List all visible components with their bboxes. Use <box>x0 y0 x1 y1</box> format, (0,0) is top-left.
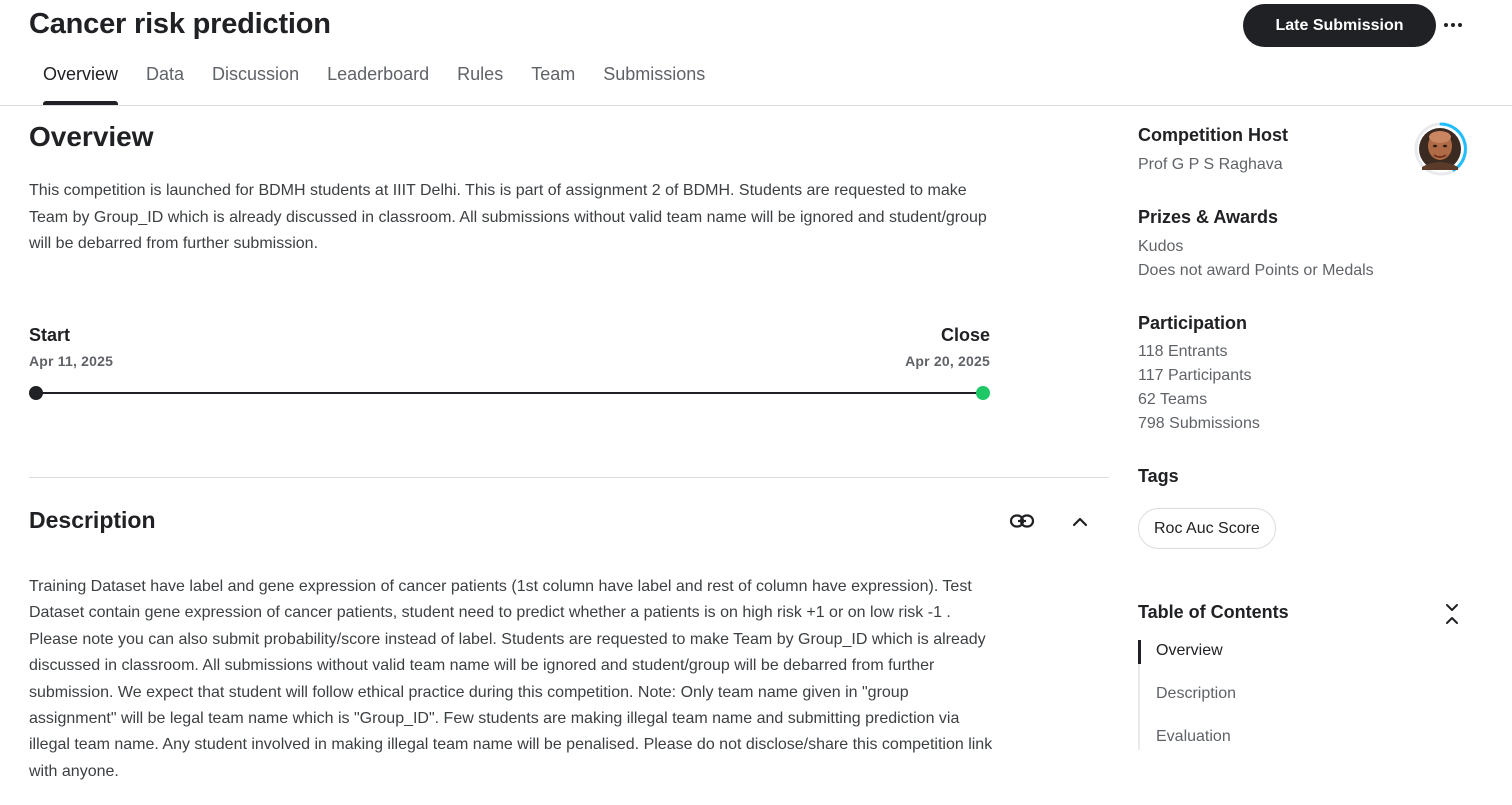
timeline-start-marker <box>29 386 43 400</box>
prizes-heading: Prizes & Awards <box>1138 207 1279 227</box>
tab-bar: Overview Data Discussion Leaderboard Rul… <box>29 56 719 105</box>
participation-entrants: 118 Entrants <box>1138 343 1228 360</box>
tab-submissions[interactable]: Submissions <box>589 56 719 105</box>
host-name[interactable]: Prof G P S Raghava <box>1138 153 1283 177</box>
timeline-start-date: Apr 11, 2025 <box>29 353 114 369</box>
participation-heading: Participation <box>1138 313 1248 333</box>
page-title: Cancer risk prediction <box>29 8 331 40</box>
timeline-close-label: Close <box>940 325 990 345</box>
more-dot-icon <box>1451 23 1455 27</box>
more-options-button[interactable] <box>1440 12 1466 38</box>
participation-submissions: 798 Submissions <box>1138 415 1260 432</box>
prize-item: Does not award Points or Medals <box>1138 262 1374 279</box>
tabs-divider <box>0 105 1512 106</box>
description-heading: Description <box>29 507 156 533</box>
host-heading: Competition Host <box>1138 125 1288 145</box>
late-submission-button[interactable]: Late Submission <box>1243 4 1436 47</box>
tab-overview[interactable]: Overview <box>29 56 132 105</box>
collapse-toggle-icon[interactable] <box>1440 601 1464 627</box>
tab-data[interactable]: Data <box>132 56 198 105</box>
tab-rules[interactable]: Rules <box>443 56 517 105</box>
link-icon[interactable] <box>1008 508 1036 534</box>
tags-heading: Tags <box>1138 466 1179 486</box>
participation-participants: 117 Participants <box>1138 367 1252 384</box>
description-text: Training Dataset have label and gene exp… <box>29 578 993 780</box>
tab-leaderboard[interactable]: Leaderboard <box>313 56 443 105</box>
overview-text: This competition is launched for BDMH st… <box>29 182 987 252</box>
timeline-close-date: Apr 20, 2025 <box>905 353 990 369</box>
overview-heading: Overview <box>29 121 154 152</box>
participation-teams: 62 Teams <box>1138 391 1208 408</box>
tag-chip[interactable]: Roc Auc Score <box>1138 508 1276 549</box>
tab-discussion[interactable]: Discussion <box>198 56 313 105</box>
toc-heading: Table of Contents <box>1138 602 1289 622</box>
chevron-up-icon[interactable] <box>1068 508 1092 534</box>
toc-item-evaluation[interactable]: Evaluation <box>1156 728 1231 746</box>
section-divider <box>29 477 1109 478</box>
timeline-track <box>36 392 983 394</box>
more-dot-icon <box>1444 23 1448 27</box>
toc-item-overview[interactable]: Overview <box>1156 642 1223 660</box>
prize-item: Kudos <box>1138 238 1184 255</box>
timeline-end-marker <box>976 386 990 400</box>
more-dot-icon <box>1458 23 1462 27</box>
tab-team[interactable]: Team <box>517 56 589 105</box>
toc-item-description[interactable]: Description <box>1156 685 1236 703</box>
host-avatar[interactable] <box>1414 121 1470 177</box>
toc-active-indicator <box>1138 640 1141 664</box>
timeline-start-label: Start <box>29 325 71 345</box>
